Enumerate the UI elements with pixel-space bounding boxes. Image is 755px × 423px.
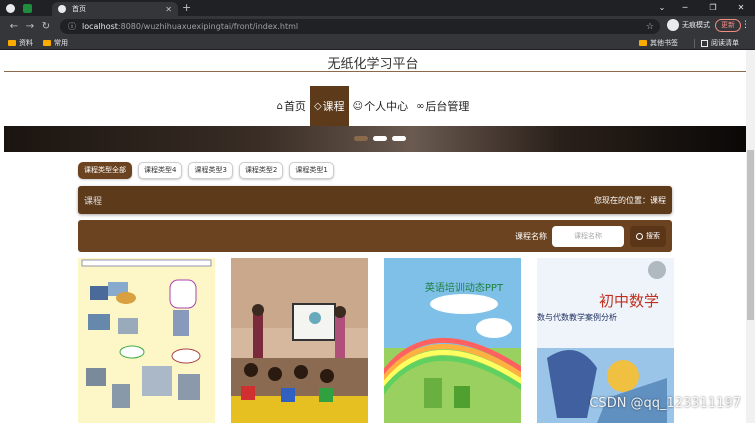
url-bar[interactable]: ⓘ localhost :8080/wuzhihuaxuexipingtai/f…: [60, 19, 660, 34]
user-icon: ☺: [352, 100, 364, 112]
nav-item-admin[interactable]: ∞ 后台管理: [412, 86, 473, 126]
card-title-text: 初中数学: [599, 292, 659, 310]
nav-label: 后台管理: [425, 100, 470, 113]
bookmarks-right: 其他书签 阅读清单: [639, 36, 749, 50]
course-image: [231, 258, 368, 423]
new-tab-button[interactable]: +: [182, 1, 191, 14]
nav-item-profile[interactable]: ☺ 个人中心: [349, 86, 412, 126]
close-tab-icon[interactable]: ✕: [165, 5, 172, 14]
carousel-dot[interactable]: [392, 136, 406, 141]
tag-icon: ◇: [313, 100, 322, 112]
incognito-indicator[interactable]: 无痕模式: [667, 19, 710, 31]
page-content: 无纸化学习平台 ⌂ 首页 ◇ 课程 ☺ 个人中心 ∞ 后台管理 课程类型全部 课…: [0, 50, 755, 423]
tab-title: 首页: [72, 5, 86, 13]
title-divider: [4, 71, 746, 72]
nav-item-course[interactable]: ◇ 课程: [309, 86, 349, 126]
category-chip-3[interactable]: 课程类型3: [188, 162, 233, 179]
divider: [694, 38, 695, 48]
reading-list-icon: [701, 39, 708, 47]
search-button-label: 搜索: [646, 232, 660, 240]
section-title: 课程: [84, 196, 103, 207]
bookmark-label: 其他书签: [650, 39, 678, 47]
site-info-icon[interactable]: ⓘ: [68, 21, 76, 32]
watermark-text: CSDN @qq_123311197: [589, 396, 741, 411]
close-window-button[interactable]: ✕: [727, 0, 755, 16]
url-host: localhost: [82, 22, 118, 31]
card-subtitle-text: 数与代数教学案例分析: [537, 312, 617, 322]
location-text: 您现在的位置：课程: [594, 195, 666, 205]
carousel-dot[interactable]: [354, 136, 368, 141]
folder-icon: [8, 39, 16, 46]
browser-menu-icon[interactable]: [6, 3, 15, 13]
browser-tab-strip: 首页 ✕ + ⌄ ─ ❐ ✕: [0, 0, 755, 16]
course-card[interactable]: [231, 258, 368, 423]
category-chip-all[interactable]: 课程类型全部: [78, 162, 132, 179]
bookmarks-bar: 资料 常用 其他书签 阅读清单: [0, 36, 755, 50]
bookmark-label: 常用: [54, 38, 68, 47]
search-input[interactable]: [552, 225, 624, 247]
carousel-indicators: [354, 136, 411, 141]
course-card[interactable]: 英语培训动态PPT: [384, 258, 521, 423]
tab-favicon-icon: [58, 5, 66, 13]
search-panel: 课程名称 搜索: [78, 220, 672, 252]
course-image: [78, 258, 215, 423]
browser-tab[interactable]: 首页 ✕: [52, 2, 178, 16]
reading-list[interactable]: 阅读清单: [701, 38, 739, 48]
incognito-label: 无痕模式: [682, 21, 710, 29]
nav-item-home[interactable]: ⌂ 首页: [273, 86, 310, 126]
other-bookmarks[interactable]: 其他书签: [639, 38, 678, 48]
nav-label: 首页: [283, 100, 306, 113]
bookmark-folder-changyong[interactable]: 常用: [43, 38, 68, 48]
bookmark-label: 阅读清单: [711, 39, 739, 47]
nav-label: 课程: [322, 100, 345, 113]
url-path: :8080/wuzhihuaxuexipingtai/front/index.h…: [117, 22, 299, 31]
search-icon: [636, 232, 643, 240]
category-chip-1[interactable]: 课程类型1: [289, 162, 334, 179]
minimize-button[interactable]: ─: [671, 0, 699, 16]
reload-button[interactable]: ↻: [38, 21, 54, 32]
bookmark-star-icon[interactable]: ☆: [646, 22, 654, 32]
folder-icon: [43, 39, 51, 46]
site-title: 无纸化学习平台: [327, 57, 419, 72]
pinned-tab-icon[interactable]: [23, 3, 32, 13]
scrollbar-thumb[interactable]: [747, 150, 754, 320]
breadcrumb: 课程 您现在的位置：课程: [78, 186, 672, 214]
nav-label: 个人中心: [364, 100, 409, 113]
category-chip-2[interactable]: 课程类型2: [238, 162, 284, 179]
page-scrollbar[interactable]: [746, 50, 755, 423]
back-button[interactable]: ←: [6, 21, 22, 32]
carousel-dot[interactable]: [373, 136, 387, 141]
home-icon: ⌂: [276, 100, 283, 112]
card-caption: 英语培训动态PPT: [425, 281, 504, 294]
tab-search-icon[interactable]: ⌄: [653, 0, 671, 16]
bookmark-label: 资料: [19, 38, 33, 47]
bookmark-folder-ziliao[interactable]: 资料: [8, 38, 33, 48]
folder-icon: [639, 40, 647, 46]
category-filter: 课程类型全部 课程类型4 课程类型3 课程类型2 课程类型1: [78, 162, 340, 179]
address-toolbar: ← → ↻ ⓘ localhost :8080/wuzhihuaxuexipin…: [0, 16, 755, 36]
category-chip-4[interactable]: 课程类型4: [138, 162, 183, 179]
update-button[interactable]: 更新: [715, 19, 741, 32]
restore-button[interactable]: ❐: [699, 0, 727, 16]
browser-menu-dots-icon[interactable]: ⋮: [741, 20, 750, 30]
link-icon: ∞: [416, 100, 425, 112]
main-nav: ⌂ 首页 ◇ 课程 ☺ 个人中心 ∞ 后台管理: [0, 86, 746, 126]
incognito-icon: [667, 19, 679, 31]
window-controls: ⌄ ─ ❐ ✕: [653, 0, 755, 16]
search-button[interactable]: 搜索: [630, 225, 666, 247]
course-card[interactable]: [78, 258, 215, 423]
forward-button[interactable]: →: [22, 21, 38, 32]
search-label: 课程名称: [515, 231, 547, 241]
course-image: 英语培训动态PPT: [384, 258, 521, 423]
